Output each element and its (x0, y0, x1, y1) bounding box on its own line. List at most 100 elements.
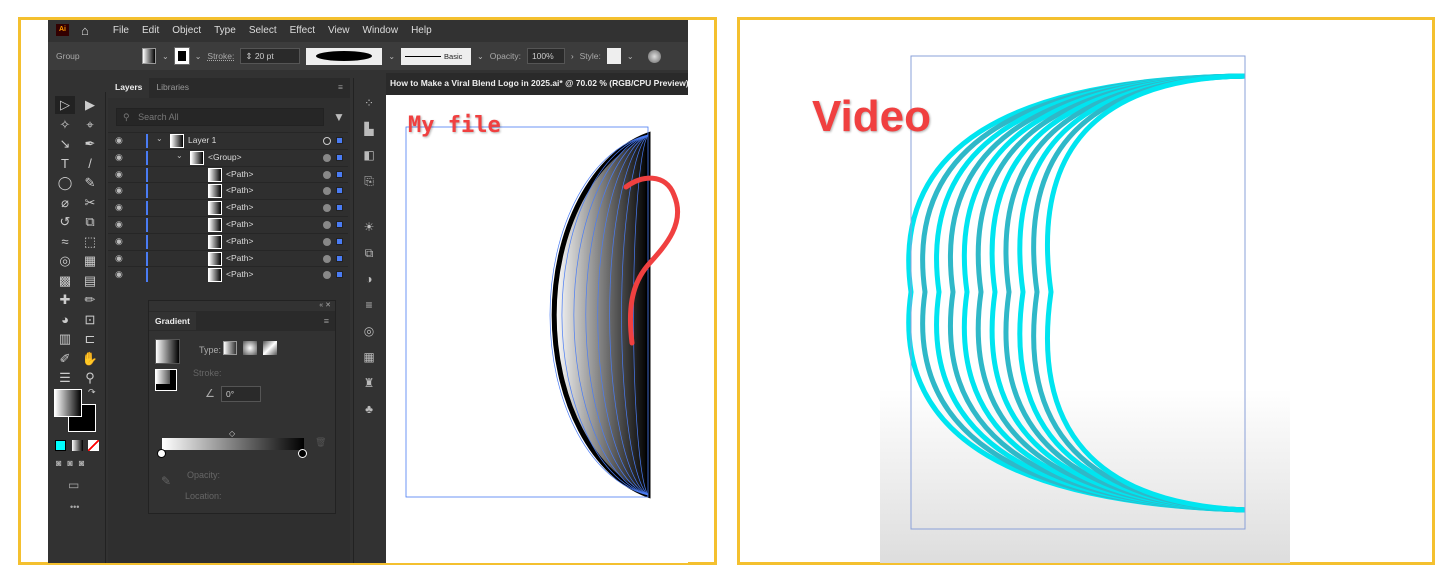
swap-icon[interactable]: ↷ (88, 387, 96, 398)
color-mode-button[interactable] (55, 440, 66, 451)
white-color-stop[interactable] (157, 449, 166, 458)
perspective-grid-tool-icon[interactable]: ▦ (80, 252, 100, 270)
more-tools-icon[interactable]: ••• (70, 502, 79, 512)
dock-panel-icon[interactable]: ☀ (362, 220, 376, 234)
document-tab[interactable]: How to Make a Viral Blend Logo in 2025.a… (386, 73, 688, 95)
dock-panel-icon[interactable]: ≡ (362, 298, 376, 312)
target-icon[interactable] (323, 153, 331, 162)
symbol-sprayer-tool-icon[interactable]: ◕ (55, 311, 75, 329)
fill-stroke-proxy[interactable] (155, 369, 177, 391)
eye-icon[interactable]: ◉ (115, 219, 123, 230)
gradient-slider[interactable] (162, 438, 304, 450)
eye-icon[interactable]: ◉ (115, 269, 123, 280)
mesh-tool-icon[interactable]: ▩ (55, 272, 75, 290)
midpoint-handle[interactable]: ◇ (229, 429, 235, 438)
delete-stop-icon[interactable]: 🗑 (315, 437, 326, 448)
gradient-swatch[interactable] (155, 339, 180, 364)
rotate-tool-icon[interactable]: ↺ (55, 213, 75, 231)
pencil-tool-icon[interactable]: ✐ (55, 350, 75, 368)
eye-icon[interactable]: ◉ (115, 253, 123, 264)
selection-indicator[interactable] (336, 271, 343, 279)
dock-panel-icon[interactable]: ⎘ (362, 174, 376, 188)
target-icon[interactable] (323, 170, 331, 179)
chevron-down-icon[interactable]: ⌄ (162, 52, 169, 61)
dock-panel-icon[interactable]: ▦ (362, 350, 376, 364)
eyedropper-tool-icon[interactable]: ✏ (80, 291, 100, 309)
expand-chevron-icon[interactable]: ⌄ (176, 151, 183, 160)
menu-window[interactable]: Window (363, 25, 399, 36)
warp-tool-icon[interactable]: ≈ (55, 233, 75, 251)
layer-row[interactable]: ◉ <Path> (108, 199, 348, 216)
gradient-mode-button[interactable] (72, 440, 83, 451)
eye-icon[interactable]: ◉ (115, 169, 123, 180)
eyedropper-icon[interactable]: ✎ (161, 474, 171, 488)
dock-panel-icon[interactable]: ⁘ (362, 96, 376, 110)
black-color-stop[interactable] (298, 449, 307, 458)
target-icon[interactable] (323, 271, 331, 280)
slice-tool-icon[interactable]: ⊏ (80, 330, 100, 348)
paintbrush-tool-icon[interactable]: ✎ (80, 174, 100, 192)
linear-gradient-button[interactable] (223, 341, 237, 355)
layer-row[interactable]: ◉ <Path> (108, 165, 348, 183)
menu-type[interactable]: Type (214, 25, 236, 36)
chevron-down-icon[interactable]: ⌄ (388, 52, 395, 61)
menu-edit[interactable]: Edit (142, 25, 159, 36)
artboard-tool-icon[interactable]: ⊡ (80, 311, 100, 329)
target-icon[interactable] (323, 254, 331, 263)
brush-definition[interactable]: Basic (401, 47, 472, 65)
none-mode-button[interactable] (88, 440, 99, 451)
selection-indicator[interactable] (336, 187, 343, 195)
layer-row[interactable]: ◉ <Path> (108, 232, 348, 250)
home-icon[interactable]: ⌂ (81, 23, 89, 38)
selection-tool-icon[interactable]: ▷ (55, 96, 75, 114)
tab-layers[interactable]: Layers (108, 78, 150, 98)
eye-icon[interactable]: ◉ (115, 135, 123, 146)
stroke-swatch[interactable] (173, 47, 190, 65)
dock-panel-icon[interactable]: ▙ (362, 122, 376, 136)
free-transform-tool-icon[interactable]: ⬚ (80, 233, 100, 251)
dock-panel-icon[interactable]: ◎ (362, 324, 376, 338)
menu-effect[interactable]: Effect (290, 25, 315, 36)
freeform-gradient-button[interactable] (263, 341, 277, 355)
zoom-tool-icon[interactable]: ⚲ (80, 369, 100, 387)
draw-mode-icons[interactable]: ◙◙◙ (56, 458, 90, 468)
target-icon[interactable] (323, 237, 331, 246)
screen-mode-icon[interactable]: ▭ (68, 478, 79, 492)
menu-help[interactable]: Help (411, 25, 432, 36)
scale-tool-icon[interactable]: ⧉ (80, 213, 100, 231)
selection-indicator[interactable] (336, 221, 343, 228)
stroke-weight-input[interactable]: ⇕ 20 pt (240, 48, 301, 64)
gradient-tool-icon[interactable]: ▤ (80, 272, 100, 290)
chevron-right-icon[interactable]: › (571, 52, 574, 61)
panel-menu-icon[interactable]: ≡ (331, 78, 350, 98)
fill-color-swatch[interactable] (54, 389, 82, 417)
target-icon[interactable] (323, 204, 331, 213)
menu-file[interactable]: File (113, 25, 129, 36)
panel-menu-icon[interactable]: ≡ (324, 316, 329, 326)
dock-panel-icon[interactable]: ♣ (362, 402, 376, 416)
target-icon[interactable] (323, 137, 331, 145)
hand-tool-icon[interactable]: ✋ (80, 350, 100, 368)
shape-builder-tool-icon[interactable]: ◎ (55, 252, 75, 270)
lasso-tool-icon[interactable]: ⌖ (80, 116, 100, 134)
layer-row[interactable]: ◉ <Path> (108, 249, 348, 267)
pen-tool-icon[interactable]: ✒ (80, 135, 100, 153)
dock-panel-icon[interactable]: ◑ (362, 272, 376, 286)
menu-select[interactable]: Select (249, 25, 277, 36)
expand-chevron-icon[interactable]: ⌄ (156, 134, 163, 143)
eye-icon[interactable]: ◉ (115, 202, 123, 213)
dock-panel-icon[interactable]: ⧉ (362, 246, 376, 260)
target-icon[interactable] (323, 221, 331, 229)
dock-panel-icon[interactable]: ◧ (362, 148, 376, 162)
layer-row[interactable]: ◉ <Path> (108, 216, 348, 233)
target-icon[interactable] (323, 187, 331, 196)
collapse-close-icons[interactable]: « ✕ (149, 301, 335, 311)
eye-icon[interactable]: ◉ (115, 185, 123, 196)
line-segment-tool-icon[interactable]: / (80, 155, 100, 173)
chevron-down-icon[interactable]: ⌄ (195, 52, 202, 61)
shaper-tool-icon[interactable]: ⌀ (55, 194, 75, 212)
variable-width-profile[interactable] (306, 47, 383, 65)
filter-icon[interactable]: ▼ (333, 110, 345, 124)
dock-panel-icon[interactable]: ♜ (362, 376, 376, 390)
selection-indicator[interactable] (336, 204, 343, 212)
